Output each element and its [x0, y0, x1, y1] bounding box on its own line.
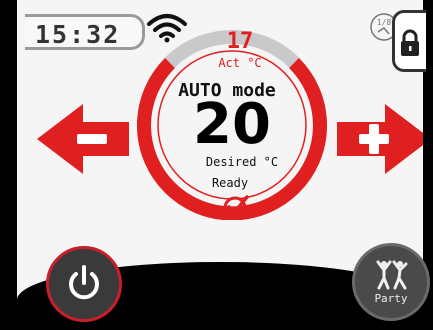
- check-circle-icon: [223, 195, 249, 220]
- lock-button[interactable]: [392, 10, 426, 72]
- plus-arrow-icon: [337, 104, 423, 174]
- increase-temperature-button[interactable]: [337, 104, 423, 174]
- actual-temperature-label: Act °C: [218, 56, 262, 70]
- clock-display: 15:32: [25, 14, 145, 50]
- status-label: Ready: [211, 176, 249, 190]
- power-button[interactable]: [46, 246, 122, 322]
- schedule-label: 1/8: [377, 18, 392, 27]
- desired-temperature: 20: [193, 92, 271, 157]
- party-people-icon: [376, 260, 408, 290]
- minus-arrow-icon: [37, 104, 129, 174]
- decrease-temperature-button[interactable]: [37, 104, 129, 174]
- party-label: Party: [374, 292, 408, 305]
- clock-time: 15:32: [35, 20, 121, 49]
- desired-temperature-label: Desired °C: [205, 155, 279, 169]
- power-icon: [69, 265, 99, 300]
- thermostat-screen: 15:32 17 Act °C AUTO mode 20 Desired °C …: [0, 0, 433, 330]
- lock-icon: [401, 29, 419, 56]
- actual-temperature: 17: [226, 29, 254, 54]
- party-button[interactable]: Party: [352, 243, 430, 321]
